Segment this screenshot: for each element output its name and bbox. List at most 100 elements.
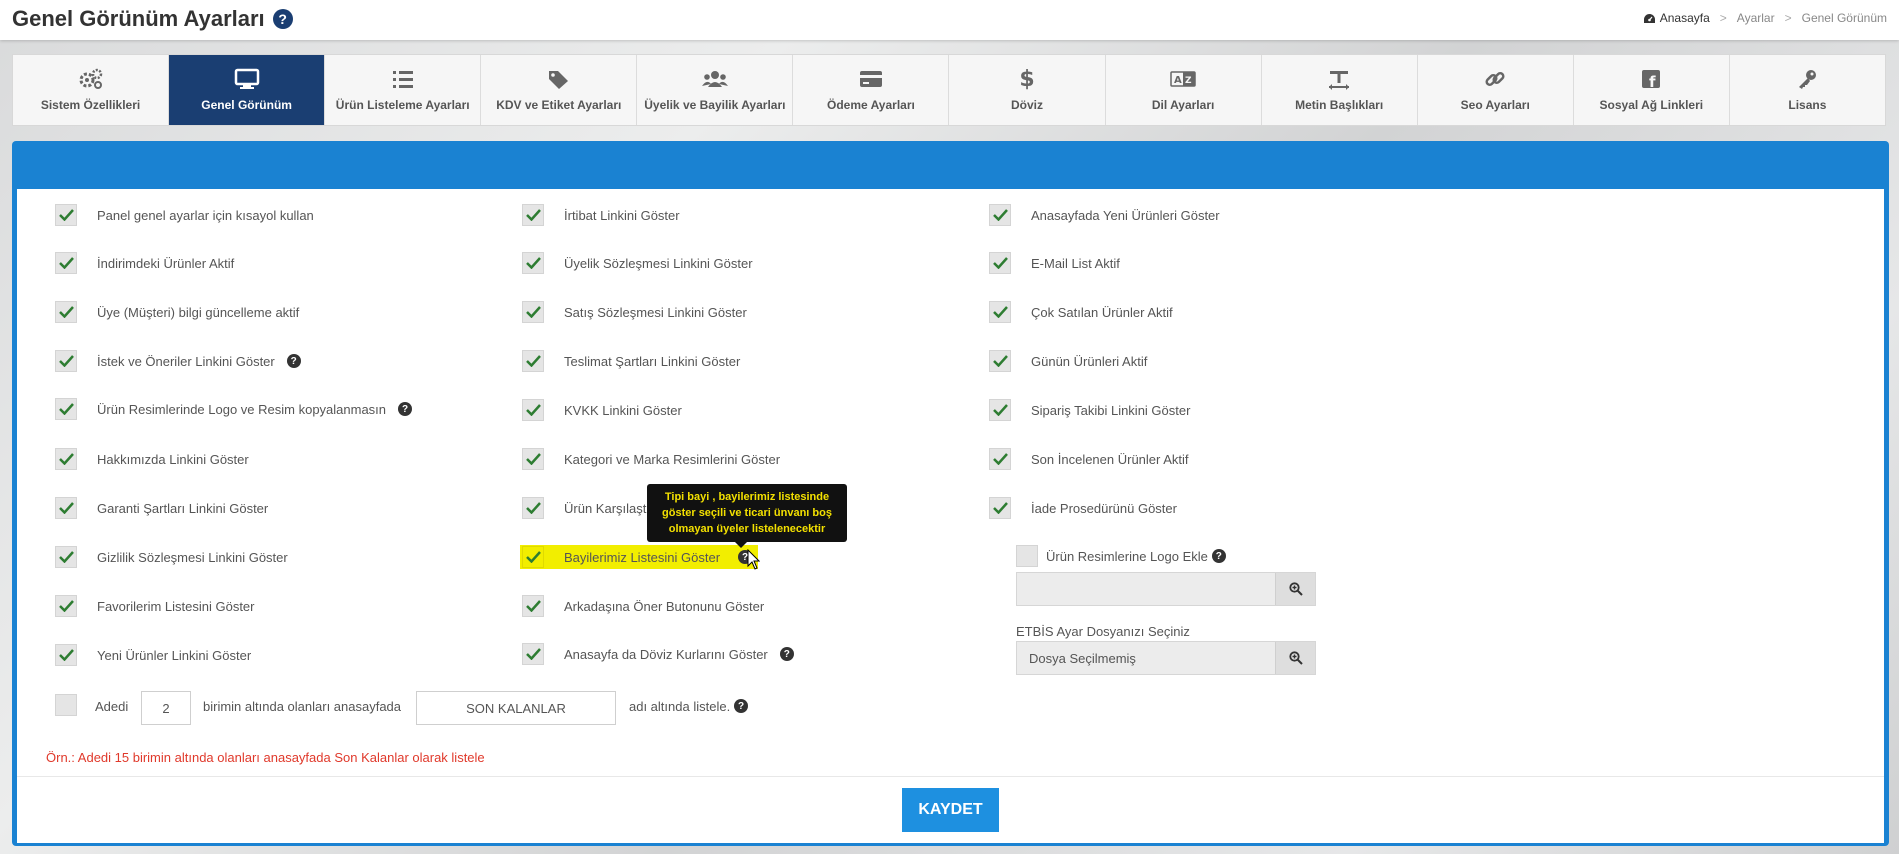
tab-kdv-etiket[interactable]: KDV ve Etiket Ayarları (481, 55, 638, 125)
option-row: Bayilerimiz Listesini Göster ? (520, 545, 759, 569)
option-label: Ürün Resimlerine Logo Ekle (1046, 548, 1208, 564)
logo-file-picker[interactable] (1016, 572, 1316, 606)
check-icon (525, 502, 541, 514)
checkbox[interactable] (522, 595, 544, 617)
checkbox[interactable] (522, 643, 544, 665)
option-row: E-Mail List Aktif (989, 252, 1120, 274)
stock-rule-middle: birimin altında olanları anasayfada (203, 699, 402, 714)
quantity-input[interactable]: 2 (141, 691, 191, 725)
logo-file-value (1017, 573, 1275, 605)
checkbox[interactable] (522, 497, 544, 519)
check-icon (525, 551, 541, 563)
checkbox[interactable] (989, 204, 1011, 226)
breadcrumb-settings[interactable]: Ayarlar (1737, 11, 1775, 25)
tab-doviz[interactable]: $ Döviz (949, 55, 1106, 125)
svg-text:A: A (1174, 75, 1182, 86)
check-icon (525, 648, 541, 660)
checkbox[interactable] (55, 546, 77, 568)
tab-label: KDV ve Etiket Ayarları (496, 98, 622, 112)
checkbox[interactable] (55, 448, 77, 470)
checkbox[interactable] (55, 644, 77, 666)
option-row: İstek ve Öneriler Linkini Göster ? (55, 350, 301, 372)
logo-option-row: Ürün Resimlerine Logo Ekle ? (1016, 545, 1226, 567)
checkbox[interactable] (522, 399, 544, 421)
save-button[interactable]: KAYDET (902, 788, 999, 832)
help-icon[interactable]: ? (398, 402, 413, 416)
tab-sosyal-ag[interactable]: f Sosyal Ağ Linkleri (1573, 55, 1730, 125)
list-icon (390, 68, 416, 90)
tab-dil[interactable]: AZ Dil Ayarları (1105, 55, 1262, 125)
option-row: İade Prosedürünü Göster (989, 497, 1177, 519)
check-icon (58, 257, 74, 269)
checkbox[interactable] (55, 497, 77, 519)
tab-genel-gorunum[interactable]: Genel Görünüm (169, 55, 326, 125)
check-icon (992, 306, 1008, 318)
dollar-icon: $ (1019, 66, 1035, 92)
checkbox[interactable] (55, 350, 77, 372)
checkbox[interactable] (522, 301, 544, 323)
section-name-input[interactable]: SON KALANLAR (416, 691, 616, 725)
option-label: Favorilerim Listesini Göster (97, 598, 255, 614)
option-label: Gizlilik Sözleşmesi Linkini Göster (97, 549, 288, 565)
option-row: Gizlilik Sözleşmesi Linkini Göster (55, 546, 288, 568)
option-label: İstek ve Öneriler Linkini Göster (97, 353, 275, 369)
tab-label: Lisans (1788, 98, 1827, 112)
help-icon[interactable]: ? (286, 354, 301, 368)
tab-odeme[interactable]: Ödeme Ayarları (793, 55, 950, 125)
option-label: Yeni Ürünler Linkini Göster (97, 647, 252, 663)
breadcrumb-current: Genel Görünüm (1801, 11, 1887, 25)
check-icon (992, 502, 1008, 514)
tab-sistem-ozellikleri[interactable]: Sistem Özellikleri (13, 55, 170, 125)
checkbox[interactable] (522, 252, 544, 274)
etbis-file-value: Dosya Seçilmemiş (1017, 642, 1275, 674)
checkbox[interactable] (55, 252, 77, 274)
option-row: Son İncelenen Ürünler Aktif (989, 448, 1189, 470)
check-icon (58, 453, 74, 465)
help-icon[interactable]: ? (734, 699, 748, 713)
checkbox[interactable] (55, 595, 77, 617)
checkbox[interactable] (989, 252, 1011, 274)
etbis-file-picker[interactable]: Dosya Seçilmemiş (1016, 641, 1316, 675)
help-icon[interactable]: ? (1211, 549, 1226, 563)
check-icon (992, 453, 1008, 465)
check-icon (992, 209, 1008, 221)
option-label: Satış Sözleşmesi Linkini Göster (564, 304, 747, 320)
checkbox[interactable] (522, 204, 544, 226)
tab-label: Ödeme Ayarları (827, 98, 915, 112)
option-row: KVKK Linkini Göster (522, 399, 682, 421)
facebook-icon: f (1638, 68, 1664, 90)
zoom-icon[interactable] (1275, 642, 1315, 674)
monitor-icon (234, 68, 260, 90)
option-label: Üye (Müşteri) bilgi güncelleme aktif (97, 304, 300, 320)
check-icon (525, 404, 541, 416)
checkbox[interactable] (522, 546, 544, 568)
help-icon[interactable]: ? (779, 647, 794, 661)
check-icon (992, 257, 1008, 269)
checkbox[interactable] (55, 204, 77, 226)
checkbox[interactable] (522, 448, 544, 470)
option-label: Anasayfa da Döviz Kurlarını Göster (564, 646, 768, 662)
logo-checkbox[interactable] (1016, 545, 1038, 567)
checkbox[interactable] (989, 497, 1011, 519)
tab-urun-listeleme[interactable]: Ürün Listeleme Ayarları (325, 55, 482, 125)
stock-rule-checkbox[interactable] (55, 694, 77, 716)
checkbox[interactable] (989, 399, 1011, 421)
tab-label: Ürün Listeleme Ayarları (335, 98, 470, 112)
help-icon[interactable]: ? (272, 9, 293, 29)
checkbox[interactable] (55, 301, 77, 323)
option-label: Teslimat Şartları Linkini Göster (564, 353, 741, 369)
option-row: Arkadaşına Öner Butonunu Göster (522, 595, 764, 617)
checkbox[interactable] (55, 398, 77, 420)
tab-uyelik-bayilik[interactable]: Üyelik ve Bayilik Ayarları (637, 55, 794, 125)
checkbox[interactable] (989, 301, 1011, 323)
option-row: Yeni Ürünler Linkini Göster (55, 644, 251, 666)
checkbox[interactable] (522, 350, 544, 372)
checkbox[interactable] (989, 448, 1011, 470)
tab-seo[interactable]: Seo Ayarları (1417, 55, 1574, 125)
option-row: İndirimdeki Ürünler Aktif (55, 252, 234, 274)
zoom-icon[interactable] (1275, 573, 1315, 605)
tab-lisans[interactable]: Lisans (1729, 55, 1885, 125)
tab-metin-basliklari[interactable]: Metin Başlıkları (1261, 55, 1418, 125)
breadcrumb-home[interactable]: Anasayfa (1643, 11, 1710, 25)
checkbox[interactable] (989, 350, 1011, 372)
